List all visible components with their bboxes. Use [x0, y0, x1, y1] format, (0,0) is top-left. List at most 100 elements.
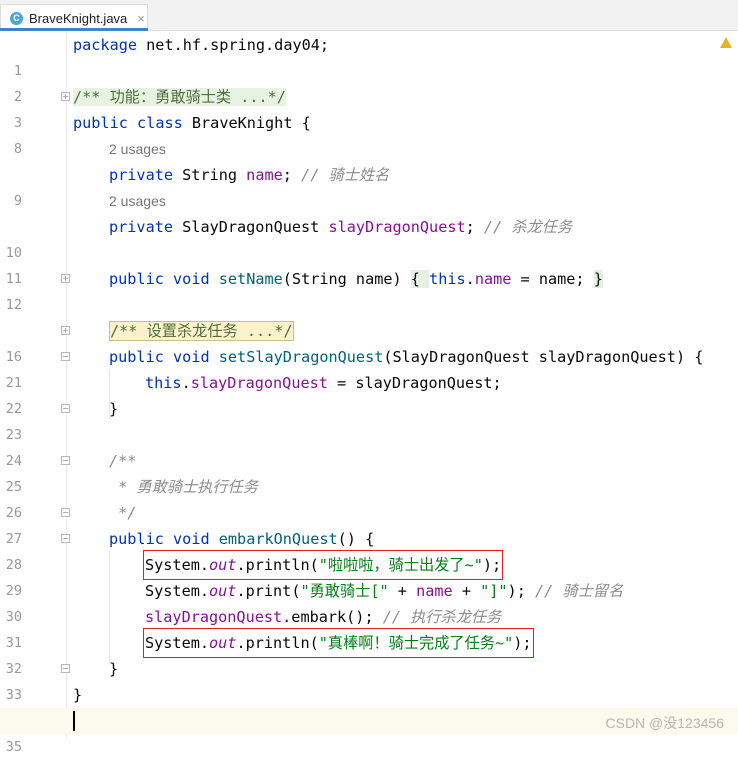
usages-link[interactable]: 2 usages	[109, 136, 166, 162]
line-code[interactable]: }	[73, 682, 82, 708]
method-call: .print(	[236, 582, 301, 600]
string-literal: "啦啦啦，骑士出发了~"	[318, 556, 483, 574]
method-call: .embark();	[282, 608, 383, 626]
this-keyword: this	[429, 270, 466, 288]
line-comment: // 杀龙任务	[483, 218, 573, 236]
code-line-28: 28 − public void embarkOnQuest() {	[0, 526, 738, 573]
code-line-23: 23 − }	[0, 396, 738, 443]
line-code[interactable]: /** 功能：勇敢骑士类 ...*/	[73, 84, 286, 110]
code-line-22: 22 this.slayDragonQuest = slayDragonQues…	[0, 370, 738, 417]
params: (String name)	[282, 270, 411, 288]
code-line-32: 32 System.out.println("真棒啊！骑士完成了任务~");	[0, 628, 738, 677]
code-line-2: 2	[0, 58, 738, 105]
folded-brace[interactable]: {	[410, 270, 430, 288]
static-field: out	[209, 582, 237, 600]
keyword: class	[137, 114, 183, 132]
line-code[interactable]: private SlayDragonQuest slayDragonQuest;…	[109, 214, 572, 240]
code-line-3: 3 + /** 功能：勇敢骑士类 ...*/	[0, 84, 738, 131]
keyword: package	[73, 36, 138, 54]
folded-doc-comment[interactable]: /** 设置杀龙任务 ...*/	[109, 321, 294, 341]
line-code[interactable]: }	[109, 656, 118, 682]
code-line-31: 31 slayDragonQuest.embark(); // 执行杀龙任务	[0, 604, 738, 651]
method-call: .println(	[236, 634, 319, 652]
assignment: = name;	[511, 270, 594, 288]
editor-tab-bar: C BraveKnight.java ×	[0, 0, 738, 31]
fold-collapse-icon[interactable]: −	[61, 456, 70, 465]
string-literal: "勇敢骑士["	[300, 582, 389, 600]
tab-bravaknight-java[interactable]: C BraveKnight.java ×	[0, 4, 148, 31]
folded-brace[interactable]: }	[593, 270, 603, 288]
code-line-26: 26 * 勇敢骑士执行任务	[0, 474, 738, 521]
usages-hint: 2 usages	[0, 136, 738, 162]
keyword: void	[173, 530, 210, 548]
line-code[interactable]: public void embarkOnQuest() {	[109, 526, 374, 552]
field-name: slayDragonQuest	[190, 374, 328, 392]
keyword: void	[173, 348, 210, 366]
string-literal: "]"	[480, 582, 508, 600]
line-number: 12	[5, 297, 22, 313]
code-line-8: 8 public class BraveKnight {	[0, 110, 738, 157]
call-end: );	[482, 556, 502, 574]
code-line-12: 12 + public void setName(String name) { …	[0, 266, 738, 313]
code-line-11: 11	[0, 240, 738, 287]
line-code[interactable]: public void setSlayDragonQuest(SlayDrago…	[109, 344, 703, 370]
method-name: embarkOnQuest	[218, 530, 338, 548]
line-code[interactable]: slayDragonQuest.embark(); // 执行杀龙任务	[145, 604, 501, 630]
code-line-33: 33 − }	[0, 656, 738, 703]
this-keyword: this	[145, 374, 182, 392]
code-line-24: 24	[0, 422, 738, 469]
line-code[interactable]: }	[109, 396, 118, 422]
usages-link[interactable]: 2 usages	[109, 188, 166, 214]
highlighted-statement[interactable]: System.out.println("啦啦啦，骑士出发了~");	[142, 550, 504, 580]
fold-collapse-icon[interactable]: −	[61, 534, 70, 543]
doc-comment[interactable]: * 勇敢骑士执行任务	[109, 474, 258, 500]
close-icon[interactable]: ×	[137, 11, 145, 26]
call-end: );	[513, 634, 532, 652]
type-name: SlayDragonQuest	[173, 218, 329, 236]
tab-filename: BraveKnight.java	[29, 10, 128, 26]
folded-doc-comment[interactable]: /** 功能：勇敢骑士类 ...*/	[73, 88, 286, 106]
code-line-29: 29 System.out.println("啦啦啦，骑士出发了~");	[0, 550, 738, 599]
system-class: System.	[145, 556, 210, 574]
fold-collapse-icon[interactable]: −	[61, 352, 70, 361]
line-code[interactable]: System.out.print("勇敢骑士[" + name + "]"); …	[145, 578, 623, 604]
code-line-1: 1 package net.hf.spring.day04;	[0, 32, 738, 79]
fold-end-icon[interactable]: −	[61, 664, 70, 673]
field-name: name	[416, 582, 453, 600]
line-code[interactable]: package net.hf.spring.day04;	[73, 32, 329, 58]
class-declaration: BraveKnight {	[182, 114, 311, 132]
fold-end-icon[interactable]: −	[61, 508, 70, 517]
line-code[interactable]: public void setName(String name) { this.…	[109, 266, 603, 292]
params: (SlayDragonQuest slayDragonQuest) {	[383, 348, 704, 366]
fold-end-icon[interactable]: −	[61, 404, 70, 413]
method-name: setSlayDragonQuest	[218, 348, 384, 366]
line-code[interactable]: public class BraveKnight {	[73, 110, 311, 136]
system-class: System.	[145, 634, 210, 652]
system-class: System.	[145, 582, 210, 600]
line-comment: // 执行杀龙任务	[382, 608, 502, 626]
concat-op: +	[388, 582, 417, 600]
dot: .	[181, 374, 191, 392]
fold-expand-icon[interactable]: +	[61, 92, 70, 101]
code-line-25: 25 − /**	[0, 448, 738, 495]
line-code[interactable]: /** 设置杀龙任务 ...*/	[109, 318, 294, 344]
java-class-icon: C	[10, 11, 23, 25]
line-number: 35	[5, 739, 22, 755]
dot: .	[465, 270, 475, 288]
method-call: .println(	[236, 556, 319, 574]
doc-comment[interactable]: /**	[109, 448, 136, 474]
doc-comment[interactable]: */	[109, 500, 136, 526]
usages-hint: 2 usages	[0, 188, 738, 214]
line-code[interactable]: this.slayDragonQuest = slayDragonQuest;	[145, 370, 502, 396]
field-name: slayDragonQuest	[328, 218, 466, 236]
code-line-21: 21 − public void setSlayDragonQuest(Slay…	[0, 344, 738, 391]
code-line-10: 10 private SlayDragonQuest slayDragonQue…	[0, 214, 738, 261]
string-literal: "真棒啊！骑士完成了任务~"	[318, 634, 514, 652]
highlighted-statement[interactable]: System.out.println("真棒啊！骑士完成了任务~");	[143, 628, 534, 658]
fold-expand-icon[interactable]: +	[61, 274, 70, 283]
fold-expand-icon[interactable]: +	[61, 326, 70, 335]
keyword: public	[109, 348, 164, 366]
line-code[interactable]: private String name; // 骑士姓名	[109, 162, 389, 188]
type-name: String	[173, 166, 247, 184]
static-field: out	[209, 634, 237, 652]
